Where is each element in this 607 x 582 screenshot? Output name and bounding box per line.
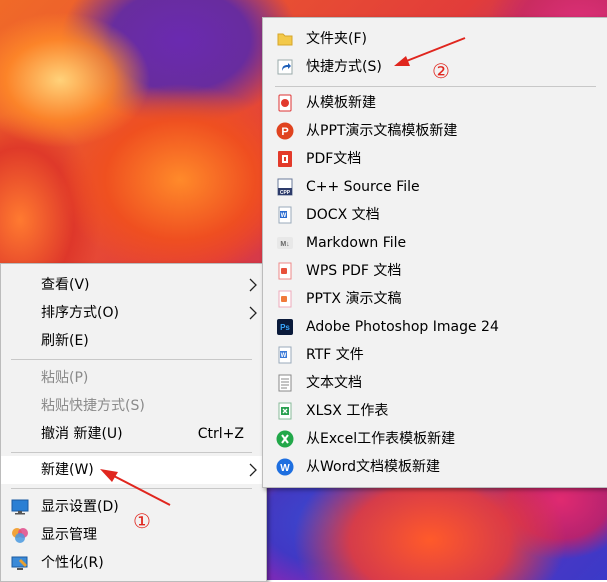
annotation-step-1: ① [133,509,151,533]
annotation-step-2: ② [432,59,450,83]
annotation-arrow-2 [394,37,466,66]
annotation-arrows [100,37,466,506]
annotation-arrow-1 [100,469,171,506]
